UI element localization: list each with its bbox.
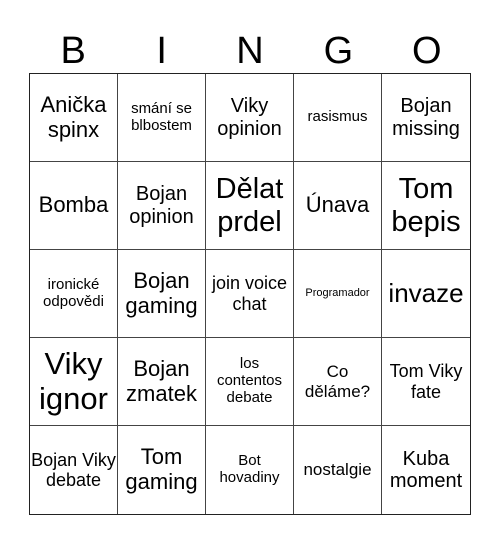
header-letter-b: B (60, 30, 86, 72)
bingo-cell[interactable]: ironické odpovědi (30, 250, 118, 338)
bingo-cell[interactable]: Únava (294, 162, 382, 250)
bingo-cell[interactable]: nostalgie (294, 426, 382, 514)
bingo-cell[interactable]: Bot hovadiny (206, 426, 294, 514)
bingo-cell[interactable]: Bojan zmatek (118, 338, 206, 426)
bingo-header: B I N G O (29, 28, 471, 74)
header-letter-o: O (412, 30, 442, 72)
bingo-cell[interactable]: join voice chat (206, 250, 294, 338)
bingo-cell[interactable]: Viky opinion (206, 74, 294, 162)
bingo-cell[interactable]: Dělat prdel (206, 162, 294, 250)
bingo-cell[interactable]: Viky ignor (30, 338, 118, 426)
bingo-cell[interactable]: rasismus (294, 74, 382, 162)
header-letter-n: N (236, 30, 264, 72)
bingo-cell[interactable]: Tom gaming (118, 426, 206, 514)
bingo-cell[interactable]: invaze (382, 250, 470, 338)
bingo-grid: Anička spinx smání se blbostem Viky opin… (29, 73, 471, 515)
bingo-cell[interactable]: Bojan Viky debate (30, 426, 118, 514)
bingo-cell[interactable]: los contentos debate (206, 338, 294, 426)
bingo-cell[interactable]: Anička spinx (30, 74, 118, 162)
bingo-cell[interactable]: Bojan opinion (118, 162, 206, 250)
bingo-cell[interactable]: Co děláme? (294, 338, 382, 426)
bingo-cell[interactable]: Bojan missing (382, 74, 470, 162)
bingo-cell[interactable]: Tom Viky fate (382, 338, 470, 426)
bingo-cell[interactable]: Bomba (30, 162, 118, 250)
header-letter-i: I (156, 30, 167, 72)
header-letter-g: G (323, 30, 354, 72)
bingo-cell[interactable]: smání se blbostem (118, 74, 206, 162)
bingo-cell[interactable]: Programador (294, 250, 382, 338)
bingo-cell[interactable]: Tom bepis (382, 162, 470, 250)
bingo-cell[interactable]: Kuba moment (382, 426, 470, 514)
bingo-cell[interactable]: Bojan gaming (118, 250, 206, 338)
